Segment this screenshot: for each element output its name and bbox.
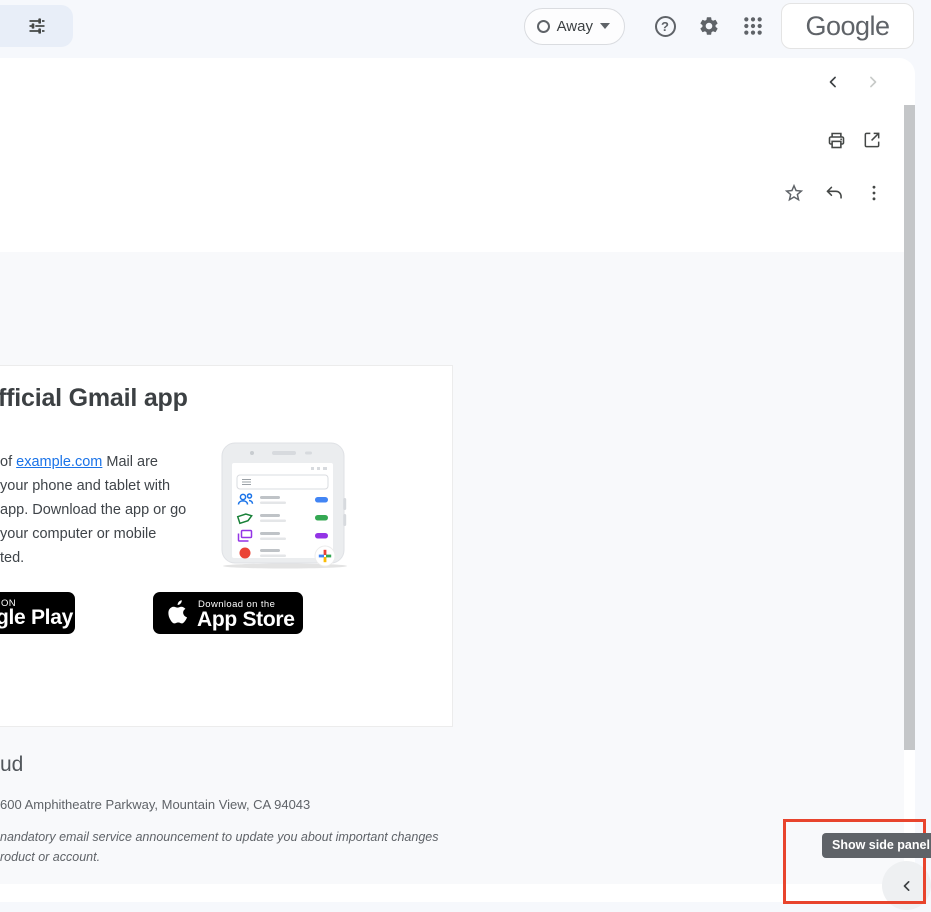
footer-disclaimer-line2: roduct or account. [0,850,100,864]
play-badge-main-text: gle Play [0,606,73,630]
gear-icon [698,15,720,37]
paragraph-text: of [0,454,16,470]
apple-icon [168,600,188,624]
app-store-badge[interactable]: Download on the App Store [153,592,303,634]
google-logo[interactable]: Google [781,3,914,49]
paragraph-line: your phone and tablet with [0,474,186,498]
newer-email-button[interactable] [819,68,847,96]
show-side-panel-button[interactable] [882,861,931,910]
status-chip[interactable]: Away [524,8,625,45]
print-icon [826,130,847,151]
status-away-icon [537,20,550,33]
phone-camera-dot [250,451,254,455]
google-play-badge[interactable]: ON gle Play [0,592,75,634]
caret-down-icon [600,23,610,29]
settings-button[interactable] [687,4,731,48]
paragraph-line: app. Download the app or go [0,498,186,522]
appstore-badge-main-text: App Store [197,608,295,632]
help-glyph: ? [661,19,669,34]
side-panel-tooltip: Show side panel [822,833,931,858]
purple-pill [315,533,328,539]
print-button[interactable] [822,126,850,154]
phone-status-icons [311,467,327,470]
paragraph-line: your computer or mobile [0,522,186,546]
phone-speaker [272,451,296,455]
help-icon: ? [655,16,676,37]
show-side-panel-chevron-icon [897,876,917,896]
paragraph-line: ted. [0,546,186,570]
more-vert-icon [864,183,884,203]
phone-search-bar [237,475,328,489]
apps-grid-icon [743,16,763,36]
vertical-scrollbar-thumb[interactable] [904,105,915,750]
gmail-window: Away ? Google [0,0,931,912]
horizontal-scrollbar-track[interactable] [0,884,915,902]
email-paragraph: of example.com Mail are your phone and t… [0,450,186,570]
paragraph-text: Mail are [102,454,158,470]
footer-address: 600 Amphitheatre Parkway, Mountain View,… [0,797,310,812]
star-icon [783,182,805,204]
older-email-button[interactable] [859,68,887,96]
paragraph-line: of example.com Mail are [0,450,186,474]
red-dot-icon [240,548,251,559]
open-in-new-button[interactable] [858,126,886,154]
search-options-button[interactable] [0,5,73,47]
footer-disclaimer-line1: nandatory email service announcement to … [0,830,438,844]
example-com-link[interactable]: example.com [16,454,102,470]
status-label: Away [557,18,593,35]
top-bar-actions: Away ? Google [524,0,914,52]
chevron-left-icon [823,72,843,92]
blue-pill [315,497,328,503]
help-button[interactable]: ? [643,4,687,48]
open-in-new-icon [862,130,882,150]
green-pill [315,515,328,521]
chevron-right-icon [863,72,883,92]
apps-button[interactable] [731,4,775,48]
phone-illustration [215,436,347,572]
compose-fab-icon [315,546,335,566]
email-heading: fficial Gmail app [0,384,188,413]
google-logo-text: Google [805,11,889,42]
more-options-button[interactable] [860,179,888,207]
star-button[interactable] [780,179,808,207]
reply-button[interactable] [820,179,848,207]
footer-brand-fragment: ud [0,753,23,777]
reply-icon [824,183,845,204]
tune-icon [27,16,47,36]
